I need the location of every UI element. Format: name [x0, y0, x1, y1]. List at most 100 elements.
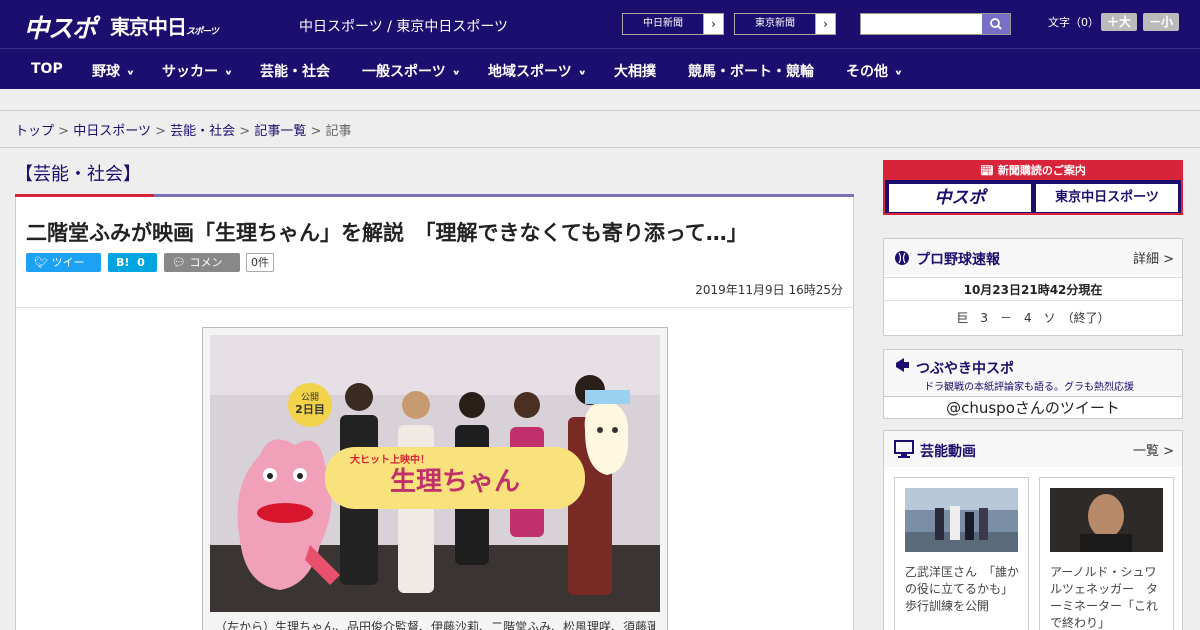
article-header-divider — [16, 307, 853, 308]
nav-label: 芸能・社会 — [260, 64, 330, 80]
video-list-link[interactable]: 一覧 > — [1133, 440, 1174, 459]
logo-sub-small: スポーツ — [186, 27, 219, 37]
photo-caption: （左から）生理ちゃん、品田俊介監督、伊藤沙莉、二階堂ふみ、松風理咲、須藤蓮 — [215, 620, 655, 630]
nav-label: 大相撲 — [614, 64, 656, 80]
twitter-bird-icon: 🐦︎ — [34, 256, 48, 269]
hatena-bookmark-button[interactable]: B! 0 — [108, 253, 157, 272]
nav-item-baseball[interactable]: 野球 ∨ — [92, 61, 135, 81]
tokyo-shimbun-label: 東京新聞 — [735, 14, 816, 34]
video-box-header: 芸能動画 一覧 > — [884, 431, 1182, 467]
nav-item-sumo[interactable]: 大相撲 — [614, 61, 656, 81]
chuspo-logo[interactable]: 中スポ — [24, 9, 97, 45]
speech-bubble-icon: 💬︎ — [172, 256, 186, 269]
nav-item-entertainment[interactable]: 芸能・社会 — [260, 61, 330, 81]
subscribe-chuspo-button[interactable]: 中スポ — [889, 184, 1031, 212]
chevron-down-icon: ∨ — [126, 68, 135, 77]
chevron-right-icon: › — [823, 17, 828, 31]
baseball-box-title: プロ野球速報 — [916, 252, 1000, 268]
photo-sign-day: 2日目 — [295, 403, 325, 416]
comment-count-badge: 0件 — [246, 253, 274, 272]
article-date: 2019年11月9日 16時25分 — [695, 283, 843, 297]
subscribe-tokyo-chunichi-button[interactable]: 東京中日スポーツ — [1036, 184, 1178, 212]
tsubuyaki-title: つぶやき中スポ — [916, 361, 1014, 377]
tsubuyaki-description: ドラ観戦の本紙評論家も語る。グラも熱烈応援 — [924, 382, 1134, 393]
video-title: アーノルド・シュワルツェネッガー ターミネーター「これで終わり」 — [1050, 565, 1159, 630]
breadcrumb-chuspo[interactable]: 中日スポーツ — [73, 124, 151, 139]
nav-label: 一般スポーツ — [362, 64, 446, 80]
nav-label: 地域スポーツ — [488, 64, 572, 80]
breadcrumb-separator: > — [310, 124, 322, 139]
hatena-bookmark-icon: B! — [116, 256, 130, 269]
site-name[interactable]: 中日スポーツ / 東京中日スポーツ — [299, 16, 508, 36]
video-thumbnail — [1050, 488, 1163, 552]
entertainment-video-box: 芸能動画 一覧 > 乙武洋匡さん 「誰かの役に立てるかも」歩行訓練を公開 アーノ… — [883, 430, 1183, 630]
font-size-label: 文字（0） — [1048, 16, 1099, 29]
breadcrumb-current: 記事 — [325, 124, 352, 139]
article-photo-frame: 公開 2日目 大ヒット上映中！ 生理ちゃん （左から）生理ちゃん、品田俊介監督、… — [202, 327, 668, 630]
baseball-detail-link[interactable]: 詳細 > — [1133, 248, 1174, 267]
nav-item-soccer[interactable]: サッカー ∨ — [162, 61, 233, 81]
baseball-icon — [894, 250, 910, 270]
monitor-icon — [894, 439, 914, 463]
breadcrumb-separator: > — [155, 124, 166, 139]
category-heading: 【芸能・社会】 — [15, 164, 141, 185]
nav-label: その他 — [846, 64, 888, 80]
subscribe-banner[interactable]: 📰︎ 新聞購読のご案内 中スポ 東京中日スポーツ — [883, 160, 1183, 215]
nav-label: TOP — [31, 61, 63, 77]
global-nav: TOP 野球 ∨ サッカー ∨ 芸能・社会 一般スポーツ ∨ 地域スポーツ ∨ 大相撲 … — [0, 48, 1200, 89]
chevron-down-icon: ∨ — [577, 68, 587, 77]
hatena-count: 0 — [137, 256, 145, 269]
chevron-down-icon: ∨ — [451, 68, 461, 77]
logo-sub-text: 東京中日 — [110, 15, 187, 39]
breadcrumb-separator: > — [239, 124, 251, 139]
tweet-button[interactable]: 🐦︎ ツイート — [26, 253, 101, 288]
breadcrumb-entertainment[interactable]: 芸能・社会 — [170, 124, 235, 139]
video-card[interactable]: 乙武洋匡さん 「誰かの役に立てるかも」歩行訓練を公開 — [894, 477, 1029, 630]
megaphone-icon — [894, 356, 912, 378]
nav-item-local-sports[interactable]: 地域スポーツ ∨ — [488, 61, 587, 81]
photo-sign-small: 公開 — [301, 392, 319, 403]
comment-button[interactable]: 💬︎ コメント — [164, 253, 240, 288]
nav-item-other[interactable]: その他 ∨ — [846, 61, 903, 81]
breadcrumb-article-list[interactable]: 記事一覧 — [254, 124, 306, 139]
nav-label: 野球 — [92, 64, 120, 80]
breadcrumb-top[interactable]: トップ — [15, 124, 54, 139]
baseball-score[interactable]: 巨 3 － 4 ソ （終了） — [884, 309, 1182, 326]
search-icon — [990, 18, 1002, 30]
chevron-down-icon: ∨ — [224, 68, 233, 77]
tsubuyaki-box: つぶやき中スポ ドラ観戦の本紙評論家も語る。グラも熱烈応援 @chuspoさんの… — [883, 349, 1183, 419]
tokyo-shimbun-button[interactable]: 東京新聞 › — [734, 13, 836, 35]
chunichi-shimbun-button[interactable]: 中日新聞 › — [622, 13, 724, 35]
search-input[interactable] — [861, 14, 981, 34]
search-button[interactable] — [982, 14, 1010, 34]
photo-banner-tag: 大ヒット上映中！ — [350, 453, 430, 466]
nav-item-general-sports[interactable]: 一般スポーツ ∨ — [362, 61, 461, 81]
subscribe-title: 新聞購読のご案内 — [997, 164, 1086, 177]
chunichi-shimbun-label: 中日新聞 — [623, 14, 704, 34]
baseball-update-time: 10月23日21時42分現在 — [884, 277, 1182, 301]
breadcrumb-divider — [0, 147, 1200, 148]
article-photo[interactable]: 公開 2日目 大ヒット上映中！ 生理ちゃん — [210, 335, 660, 612]
font-smaller-button[interactable]: －小 — [1143, 13, 1180, 31]
article-panel: 二階堂ふみが映画「生理ちゃん」を解説 「理解できなくても寄り添って…」 🐦︎ ツ… — [15, 197, 854, 630]
nav-item-racing[interactable]: 競馬・ボート・競輪 — [688, 61, 814, 81]
twitter-timeline-link[interactable]: @chuspoさんのツイート — [884, 396, 1182, 418]
font-bigger-button[interactable]: ＋大 — [1101, 13, 1138, 31]
chevron-down-icon: ∨ — [894, 68, 903, 77]
video-card[interactable]: アーノルド・シュワルツェネッガー ターミネーター「これで終わり」 — [1039, 477, 1174, 630]
breadcrumb-separator: > — [58, 124, 70, 139]
top-bar: 中スポ 東京中日スポーツ 中日スポーツ / 東京中日スポーツ 中日新聞 › 東京… — [0, 0, 1200, 48]
nav-item-top[interactable]: TOP — [31, 61, 63, 77]
nav-label: サッカー — [162, 64, 218, 80]
article-title: 二階堂ふみが映画「生理ちゃん」を解説 「理解できなくても寄り添って…」 — [26, 221, 748, 245]
video-box-title: 芸能動画 — [920, 444, 976, 460]
nav-label: 競馬・ボート・競輪 — [688, 64, 814, 80]
baseball-box-header: プロ野球速報 詳細 > — [884, 239, 1182, 275]
baseball-live-box: プロ野球速報 詳細 > 10月23日21時42分現在 巨 3 － 4 ソ （終了… — [883, 238, 1183, 336]
video-title: 乙武洋匡さん 「誰かの役に立てるかも」歩行訓練を公開 — [905, 565, 1020, 613]
newspaper-icon: 📰︎ — [980, 164, 995, 177]
tokyo-chunichi-logo[interactable]: 東京中日スポーツ — [110, 11, 219, 40]
chevron-right-icon: › — [711, 17, 716, 31]
breadcrumb: トップ > 中日スポーツ > 芸能・社会 > 記事一覧 > 記事 — [15, 120, 352, 139]
event-photo-illustration: 公開 2日目 大ヒット上映中！ 生理ちゃん — [210, 335, 660, 612]
